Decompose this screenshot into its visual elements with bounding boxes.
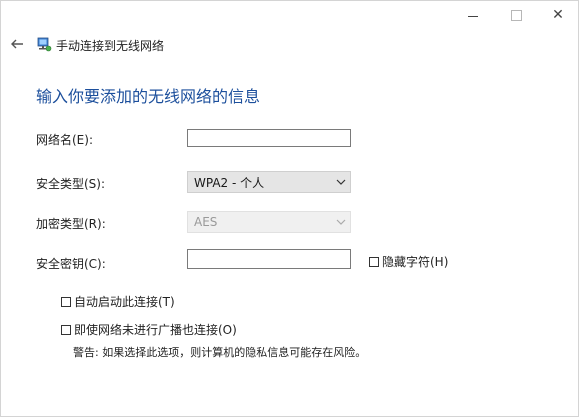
encryption-type-value: AES xyxy=(194,215,218,229)
security-key-label: 安全密钥(C): xyxy=(36,257,106,271)
page-heading: 输入你要添加的无线网络的信息 xyxy=(36,87,261,106)
checkbox-box[interactable] xyxy=(369,256,379,267)
network-icon xyxy=(37,37,52,52)
security-type-label: 安全类型(S): xyxy=(36,177,106,191)
connect-not-broadcasting-checkbox[interactable]: 即使网络未进行广播也连接(O) xyxy=(61,321,237,338)
privacy-warning: 警告: 如果选择此选项，则计算机的隐私信息可能存在风险。 xyxy=(73,346,367,359)
checkbox-box[interactable] xyxy=(61,296,71,307)
hide-characters-checkbox[interactable]: 隐藏字符(H) xyxy=(369,253,448,270)
close-icon: ✕ xyxy=(552,7,564,23)
dialog-title: 手动连接到无线网络 xyxy=(56,39,165,53)
minimize-button[interactable] xyxy=(453,1,493,29)
chevron-down-icon xyxy=(332,172,350,192)
encryption-type-select: AES xyxy=(187,211,351,233)
back-arrow-icon[interactable] xyxy=(9,36,25,52)
encryption-type-label: 加密类型(R): xyxy=(36,217,106,231)
network-name-input[interactable] xyxy=(187,129,351,147)
auto-start-label: 自动启动此连接(T) xyxy=(74,295,175,309)
maximize-icon xyxy=(510,9,522,21)
dialog-window: ✕ 手动连接到无线网络 输入你要添加的无线网络的信息 网络名(E): 安全类型(… xyxy=(0,0,579,417)
chevron-down-icon xyxy=(332,212,350,232)
auto-start-checkbox[interactable]: 自动启动此连接(T) xyxy=(61,293,175,310)
minimize-icon xyxy=(468,15,478,17)
network-name-label: 网络名(E): xyxy=(36,133,93,147)
maximize-button[interactable] xyxy=(496,1,536,29)
security-type-value: WPA2 - 个人 xyxy=(194,175,265,190)
security-type-select[interactable]: WPA2 - 个人 xyxy=(187,171,351,193)
close-button[interactable]: ✕ xyxy=(538,1,578,29)
checkbox-box[interactable] xyxy=(61,324,71,335)
connect-not-broadcasting-label: 即使网络未进行广播也连接(O) xyxy=(74,323,237,337)
hide-characters-label: 隐藏字符(H) xyxy=(382,255,449,269)
security-key-input[interactable] xyxy=(187,249,351,269)
